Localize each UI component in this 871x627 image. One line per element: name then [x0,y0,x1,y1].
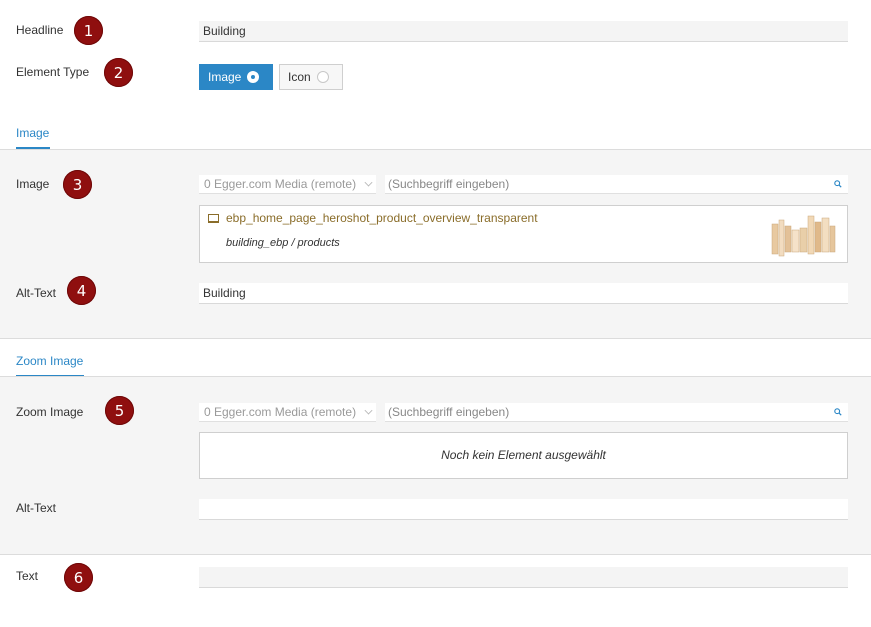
zoom-image-source-select-value: 0 Egger.com Media (remote) [204,405,357,419]
selected-file-path: building_ebp / products [226,237,340,249]
annotation-badge-3: 3 [63,170,92,199]
search-icon[interactable] [834,180,842,188]
image-search-input[interactable]: (Suchbegriff eingeben) [385,175,848,194]
headline-input[interactable]: Building [199,21,848,42]
text-input[interactable] [199,567,848,588]
element-type-icon-label: Icon [288,70,311,84]
image-file-icon [208,214,219,223]
zoom-image-empty-message: Noch kein Element ausgewählt [441,448,606,462]
headline-label: Headline [16,23,64,37]
annotation-badge-5: 5 [105,396,134,425]
annotation-badge-2: 2 [104,58,133,87]
image-alt-text-input[interactable]: Building [199,283,848,304]
annotation-badge-4: 4 [67,276,96,305]
tab-image[interactable]: Image [16,126,49,140]
element-type-label: Element Type [16,65,90,79]
selected-image-card[interactable]: ebp_home_page_heroshot_product_overview_… [199,205,848,263]
zoom-image-field-label: Zoom Image [16,405,84,419]
zoom-alt-text-input[interactable] [199,499,848,520]
element-type-image-label: Image [208,70,242,84]
tab-zoom-image[interactable]: Zoom Image [16,354,83,368]
zoom-image-search-placeholder: (Suchbegriff eingeben) [388,405,510,419]
zoom-image-empty-card[interactable]: Noch kein Element ausgewählt [199,432,848,479]
search-icon[interactable] [834,408,842,416]
element-type-icon-option[interactable]: Icon [279,64,343,90]
image-alt-text-label: Alt-Text [16,286,57,300]
chevron-down-icon [364,406,373,415]
image-source-select-value: 0 Egger.com Media (remote) [204,177,357,191]
image-thumbnail [771,215,836,257]
selected-file-name[interactable]: ebp_home_page_heroshot_product_overview_… [226,211,538,225]
annotation-badge-6: 6 [64,563,93,592]
zoom-image-search-input[interactable]: (Suchbegriff eingeben) [385,403,848,422]
radio-checked-icon [247,71,260,83]
zoom-alt-text-label: Alt-Text [16,501,57,515]
chevron-down-icon [364,178,373,187]
image-search-placeholder: (Suchbegriff eingeben) [388,177,510,191]
image-source-select[interactable]: 0 Egger.com Media (remote) [199,175,376,194]
radio-unchecked-icon [316,71,329,83]
text-field-label: Text [16,569,39,583]
element-type-image-option[interactable]: Image [199,64,273,90]
zoom-image-source-select[interactable]: 0 Egger.com Media (remote) [199,403,376,422]
annotation-badge-1: 1 [74,16,103,45]
image-field-label: Image [16,177,50,191]
